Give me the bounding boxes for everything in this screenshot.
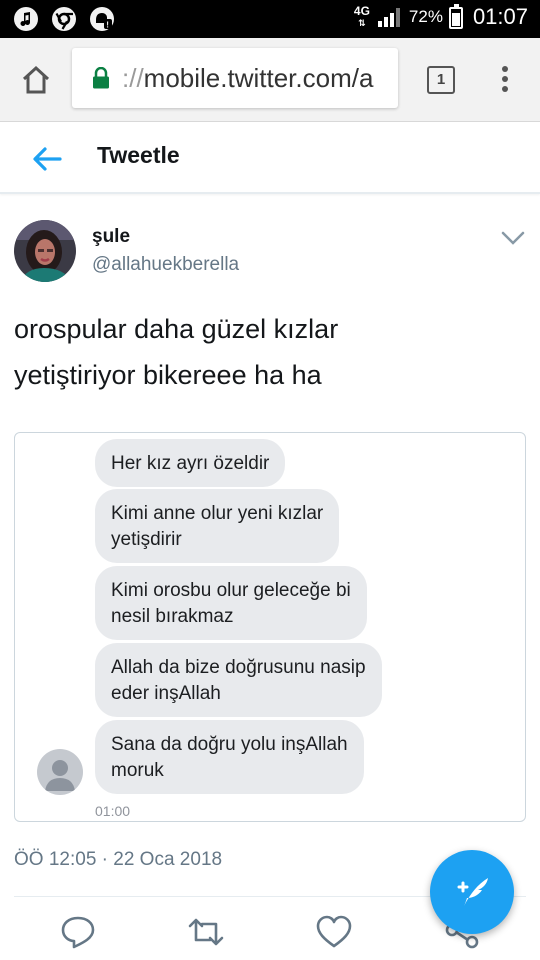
chat-message-line: eder inşAllah xyxy=(111,683,221,704)
chat-message-line: Sana da doğru yolu inşAllah xyxy=(111,734,348,755)
browser-toolbar: ://mobile.twitter.com/a 1 xyxy=(0,38,540,122)
signal-icon xyxy=(377,8,400,27)
chat-time: 01:00 xyxy=(95,803,131,819)
retweet-icon[interactable] xyxy=(186,912,226,952)
tweet-timestamp: ÖÖ 12:05 · 22 Oca 2018 xyxy=(14,849,223,870)
chat-message-line: Allah da bize doğrusunu nasip xyxy=(111,657,366,678)
network-type: 4G ⇅ xyxy=(353,3,370,28)
battery-icon xyxy=(448,3,463,29)
chat-message-line: Her kız ayrı özeldir xyxy=(111,453,270,474)
tab-switcher-button[interactable]: 1 xyxy=(427,66,455,94)
battery-percent: 72% xyxy=(408,7,443,26)
chat-message: Her kız ayrı özeldir xyxy=(95,439,286,487)
compose-tweet-button[interactable] xyxy=(430,850,514,934)
tweet-text-line: yetiştiriyor bikereee ha ha xyxy=(14,360,322,390)
compose-feather-icon xyxy=(457,878,488,906)
reply-icon[interactable] xyxy=(58,912,98,952)
music-icon xyxy=(14,7,38,31)
like-heart-icon[interactable] xyxy=(314,912,354,952)
url-scheme: :// xyxy=(122,63,144,93)
chat-message-line: Kimi orosbu olur geleceğe bi xyxy=(111,580,351,601)
address-bar[interactable]: ://mobile.twitter.com/a xyxy=(72,48,398,108)
twitter-header: Tweetle xyxy=(0,122,540,194)
chat-message: Sana da doğru yolu inşAllah moruk xyxy=(95,720,364,794)
browser-menu-icon[interactable] xyxy=(502,66,510,96)
tweet-text: orospular daha güzel kızlar yetiştiriyor… xyxy=(14,306,514,398)
status-bar: ! 4G ⇅ 72% 01:07 xyxy=(0,0,540,38)
chat-message: Kimi anne olur yeni kızlar yetişdirir xyxy=(95,489,340,563)
chat-message: Kimi orosbu olur geleceğe bi nesil bırak… xyxy=(95,566,367,640)
chat-message-line: yetişdirir xyxy=(111,529,182,550)
url-host: mobile.twitter.com/a xyxy=(143,63,374,93)
chat-message: Allah da bize doğrusunu nasip eder inşAl… xyxy=(95,643,382,717)
url-text: ://mobile.twitter.com/a xyxy=(122,63,373,94)
home-icon[interactable] xyxy=(18,62,54,98)
svg-text:!: ! xyxy=(106,21,109,30)
chevron-down-icon[interactable] xyxy=(500,228,526,248)
author-name[interactable]: şule xyxy=(92,226,130,248)
author-avatar[interactable] xyxy=(14,220,76,282)
chat-avatar-icon xyxy=(37,749,83,795)
status-bar-system: 4G ⇅ 72% 01:07 xyxy=(353,3,528,30)
chat-message-line: Kimi anne olur yeni kızlar xyxy=(111,503,324,524)
chat-message-line: nesil bırakmaz xyxy=(111,606,234,627)
chrome-icon xyxy=(52,7,76,31)
author-handle[interactable]: @allahuekberella xyxy=(92,254,239,276)
back-arrow-icon[interactable] xyxy=(30,142,64,176)
clock: 01:07 xyxy=(472,4,528,29)
tweet-text-line: orospular daha güzel kızlar xyxy=(14,314,339,344)
status-bar-notification-icons: ! xyxy=(14,7,114,31)
notification-icon: ! xyxy=(90,7,114,31)
chat-message-line: moruk xyxy=(111,760,164,781)
page-title: Tweetle xyxy=(97,142,180,168)
lock-icon xyxy=(93,67,109,89)
tweet-image[interactable]: Her kız ayrı özeldir Kimi anne olur yeni… xyxy=(14,432,526,822)
